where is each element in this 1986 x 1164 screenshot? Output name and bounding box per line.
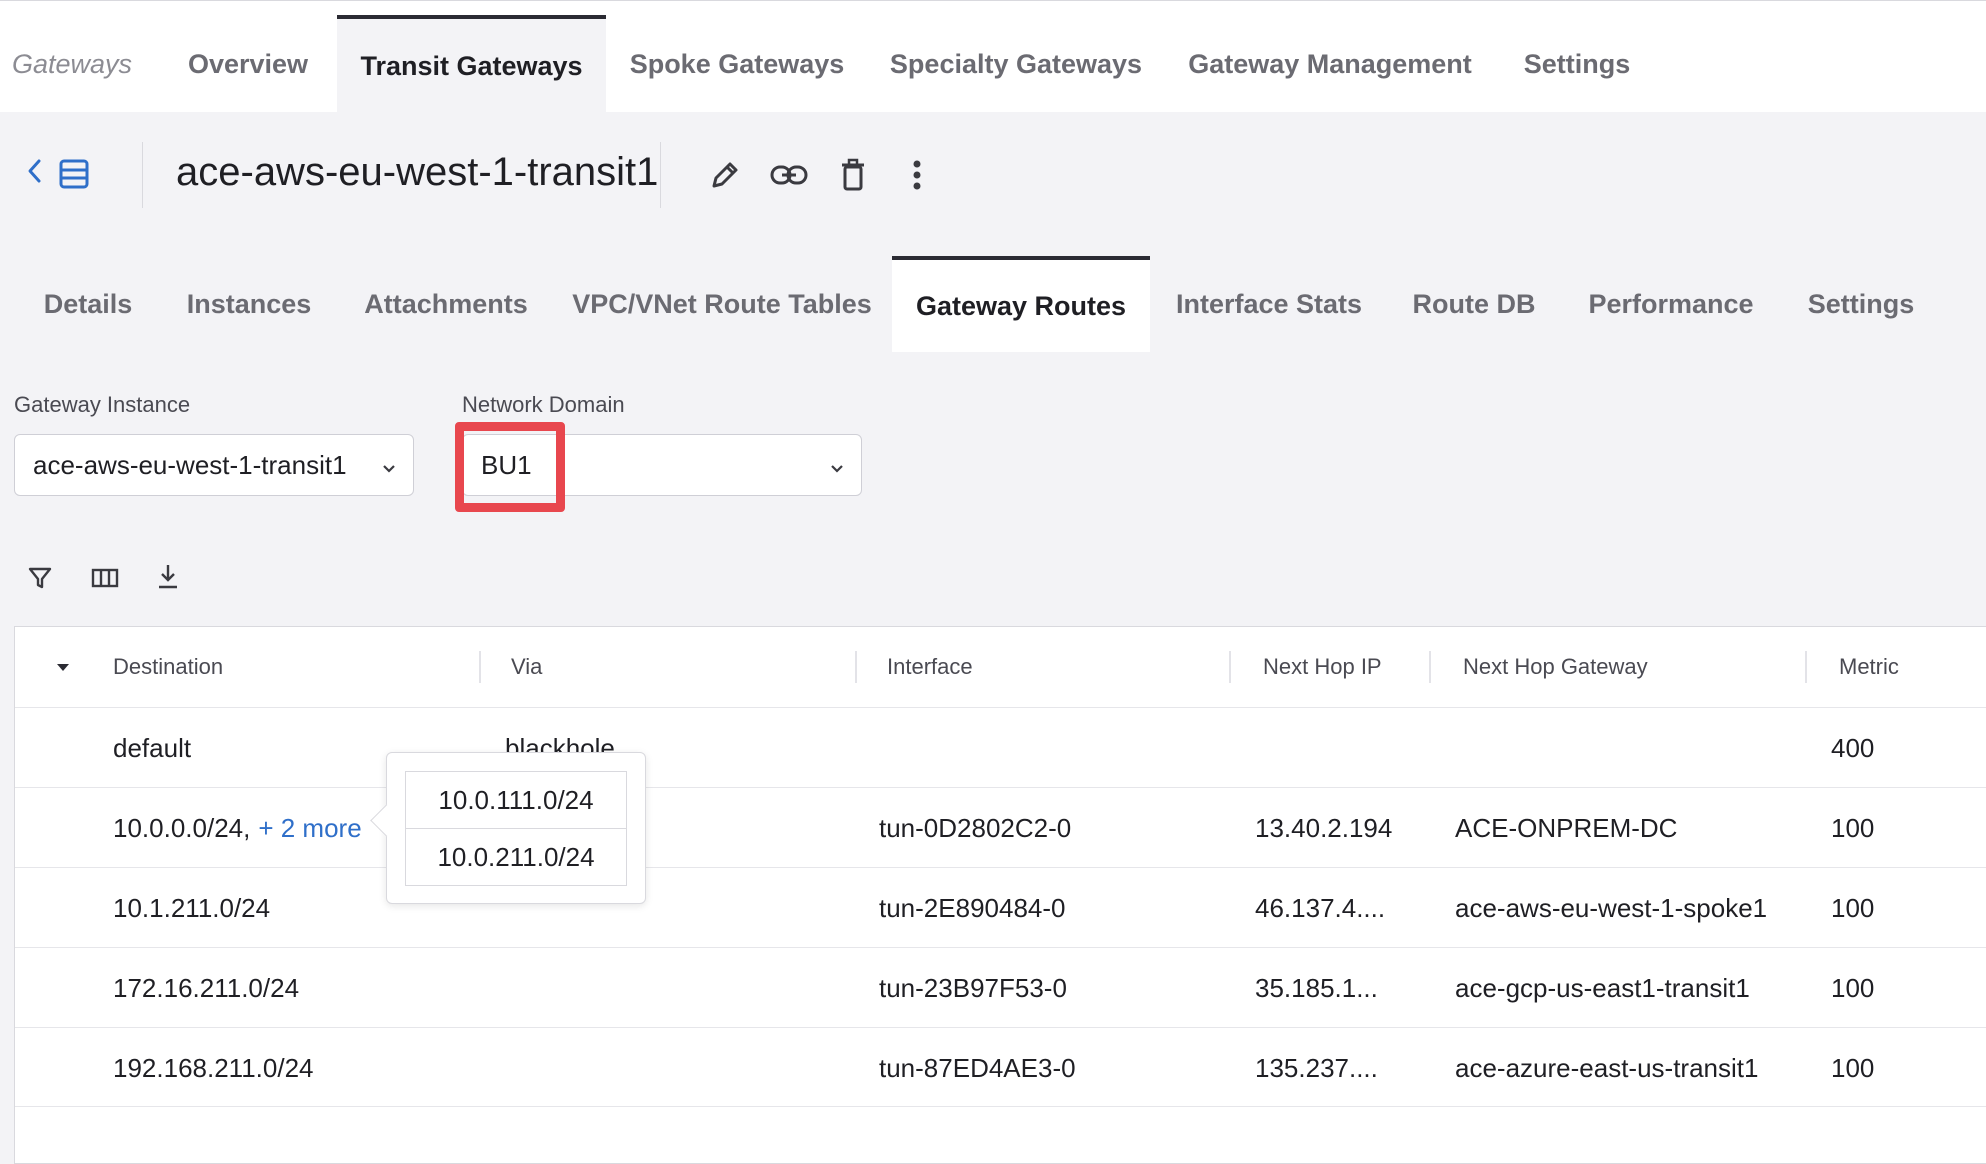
gateway-title: ace-aws-eu-west-1-transit1 <box>176 150 659 194</box>
cell-interface: tun-23B97F53-0 <box>879 972 1067 1003</box>
tab-gateway-management[interactable]: Gateway Management <box>1180 15 1480 113</box>
tab-performance[interactable]: Performance <box>1582 256 1760 352</box>
column-header-interface[interactable]: Interface <box>887 627 973 707</box>
popover-item: 10.0.211.0/24 <box>405 828 627 886</box>
tab-instances[interactable]: Instances <box>180 256 318 352</box>
download-icon[interactable] <box>152 560 184 594</box>
columns-icon[interactable] <box>88 562 122 594</box>
cell-next-hop-ip: 135.237.... <box>1255 1052 1378 1083</box>
column-divider <box>1805 651 1807 683</box>
highlight-box <box>455 422 565 512</box>
cell-interface: tun-2E890484-0 <box>879 892 1066 923</box>
more-vertical-icon[interactable] <box>902 156 932 194</box>
destination-text: 10.0.0.0/24, <box>113 812 251 843</box>
link-icon[interactable] <box>768 156 810 194</box>
gateway-instance-select[interactable]: ace-aws-eu-west-1-transit1 <box>14 434 414 496</box>
cell-next-hop-gateway: ace-gcp-us-east1-transit1 <box>1455 972 1750 1003</box>
cell-metric: 100 <box>1831 1052 1875 1083</box>
column-divider <box>1229 651 1231 683</box>
header-divider <box>660 142 661 208</box>
tab-transit-gateways[interactable]: Transit Gateways <box>337 15 606 113</box>
tab-settings-sub[interactable]: Settings <box>1796 256 1926 352</box>
back-chevron-icon[interactable] <box>20 156 50 186</box>
table-row[interactable]: 10.1.211.0/24 tun-2E890484-0 46.137.4...… <box>15 867 1986 947</box>
chevron-down-icon <box>829 453 845 484</box>
tab-attachments[interactable]: Attachments <box>356 256 536 352</box>
gateway-instance-label: Gateway Instance <box>14 392 191 417</box>
tab-interface-stats[interactable]: Interface Stats <box>1172 256 1366 352</box>
column-header-destination[interactable]: Destination <box>113 627 223 707</box>
cell-interface: tun-87ED4AE3-0 <box>879 1052 1076 1083</box>
nav-section-label: Gateways <box>11 48 133 79</box>
tab-route-db[interactable]: Route DB <box>1400 256 1548 352</box>
cell-destination: 10.0.0.0/24, + 2 more <box>113 788 362 868</box>
list-view-icon[interactable] <box>56 156 92 192</box>
column-header-next-hop-ip[interactable]: Next Hop IP <box>1263 627 1382 707</box>
tab-details[interactable]: Details <box>22 256 154 352</box>
tab-overview[interactable]: Overview <box>160 15 336 113</box>
cell-next-hop-ip: 13.40.2.194 <box>1255 812 1393 843</box>
cell-next-hop-ip: 35.185.1... <box>1255 972 1378 1003</box>
cell-next-hop-ip: 46.137.4.... <box>1255 892 1386 923</box>
chevron-down-icon <box>381 453 397 484</box>
cell-metric: 100 <box>1831 892 1875 923</box>
column-divider <box>1429 651 1431 683</box>
cell-destination: 172.16.211.0/24 <box>113 972 300 1003</box>
cell-metric: 100 <box>1831 812 1875 843</box>
column-divider <box>479 651 481 683</box>
cell-interface: tun-0D2802C2-0 <box>879 812 1072 843</box>
delete-trash-icon[interactable] <box>836 156 870 194</box>
column-divider <box>855 651 857 683</box>
tab-gateway-routes[interactable]: Gateway Routes <box>892 256 1150 352</box>
header-divider <box>142 142 143 208</box>
cell-next-hop-gateway: ace-aws-eu-west-1-spoke1 <box>1455 892 1768 923</box>
table-row[interactable]: 172.16.211.0/24 tun-23B97F53-0 35.185.1.… <box>15 947 1986 1027</box>
table-row[interactable]: 192.168.211.0/24 tun-87ED4AE3-0 135.237.… <box>15 1027 1986 1107</box>
cell-metric: 400 <box>1831 732 1875 763</box>
top-nav-bar: Gateways Overview Transit Gateways Spoke… <box>0 0 1986 113</box>
cell-destination: 192.168.211.0/24 <box>113 1052 314 1083</box>
routes-table: Destination Via Interface Next Hop IP Ne… <box>14 626 1986 1164</box>
column-header-metric[interactable]: Metric <box>1839 627 1899 707</box>
table-row[interactable]: 10.0.0.0/24, + 2 more tun-0D2802C2-0 13.… <box>15 787 1986 867</box>
popover-item: 10.0.111.0/24 <box>405 771 627 829</box>
gateway-instance-value: ace-aws-eu-west-1-transit1 <box>33 449 347 480</box>
table-row[interactable]: default blackhole 400 <box>15 707 1986 787</box>
tab-settings[interactable]: Settings <box>1510 15 1644 113</box>
filter-icon[interactable] <box>24 562 56 594</box>
column-header-via[interactable]: Via <box>511 627 542 707</box>
edit-pencil-icon[interactable] <box>706 156 744 194</box>
column-header-next-hop-gateway[interactable]: Next Hop Gateway <box>1463 627 1648 707</box>
more-destinations-popover: 10.0.111.0/24 10.0.211.0/24 <box>370 752 646 904</box>
cell-metric: 100 <box>1831 972 1875 1003</box>
cell-destination: 10.1.211.0/24 <box>113 892 271 923</box>
tab-spoke-gateways[interactable]: Spoke Gateways <box>617 15 857 113</box>
cell-next-hop-gateway: ACE-ONPREM-DC <box>1455 812 1678 843</box>
tab-specialty-gateways[interactable]: Specialty Gateways <box>880 15 1152 113</box>
tab-vpc-vnet-route-tables[interactable]: VPC/VNet Route Tables <box>572 256 872 352</box>
sort-caret-icon[interactable] <box>53 657 73 677</box>
cell-next-hop-gateway: ace-azure-east-us-transit1 <box>1455 1052 1759 1083</box>
cell-destination: default <box>113 732 192 763</box>
more-destinations-link[interactable]: + 2 more <box>258 813 361 844</box>
network-domain-label: Network Domain <box>462 392 625 417</box>
